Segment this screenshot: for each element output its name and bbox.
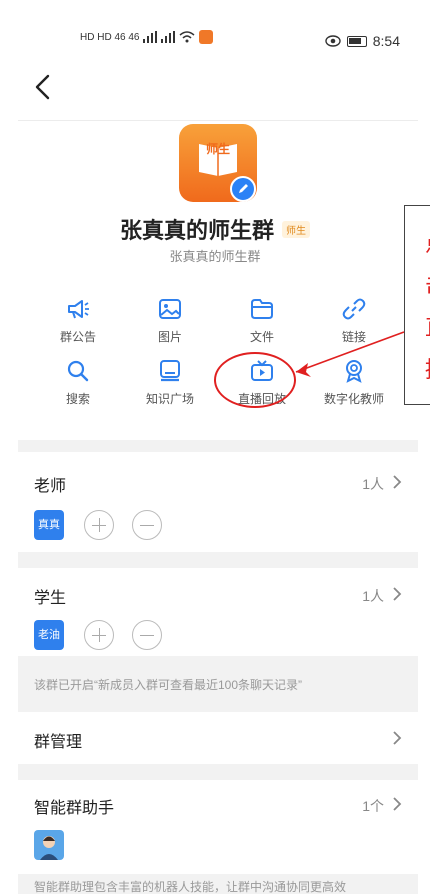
knowledge-icon [160,360,180,382]
chevron-right-icon [393,731,402,745]
back-button[interactable] [32,72,60,104]
feature-label: 群公告 [59,330,96,344]
clock: 8:54 [372,33,400,49]
feature-images[interactable]: 图片 [132,296,208,345]
status-bar: HD HD 46 46 8:54 [0,0,430,80]
chevron-right-icon [393,587,402,601]
feature-knowledge[interactable]: 知识广场 [132,358,208,407]
assistant-count: 1个 [362,798,384,814]
assistant-footer: 智能群助理包含丰富的机器人技能，让群中沟通协同更高效 [34,880,347,894]
group-name-text: 张真真的师生群 [119,218,274,243]
image-icon [159,299,181,319]
feature-search[interactable]: 搜索 [40,358,116,407]
divider [18,120,418,121]
group-type-tag: 师生 [282,220,310,238]
student-avatar[interactable]: 老油 [34,620,64,650]
search-icon [67,360,89,382]
wifi-icon [179,31,195,43]
avatar-text: 师生 [205,142,230,156]
feature-label: 数字化教师 [323,392,384,406]
group-name: 张真真的师生群 师生 [0,213,430,245]
students-title: 学生 [34,590,67,607]
group-subtitle: 张真真的师生群 [169,249,261,264]
status-left: HD HD 46 46 [80,30,214,44]
robot-avatar-icon [40,836,58,860]
group-manage-row[interactable]: 群管理 [18,712,418,764]
teachers-title: 老师 [34,478,67,495]
add-student-button[interactable] [84,620,114,650]
callout-char: 点 [425,226,430,258]
teachers-count: 1人 [362,476,384,492]
group-manage-title: 群管理 [34,734,83,751]
feature-label: 知识广场 [145,392,194,406]
history-note: 该群已开启“新成员入群可查看最近100条聊天记录” [34,678,303,692]
eye-icon [325,35,341,47]
link-icon [342,298,366,320]
teacher-avatar[interactable]: 真真 [34,510,64,540]
separator-band [18,764,418,780]
annotation-callout: 点 击 直 播 [404,205,430,405]
students-count: 1人 [362,588,384,604]
callout-char: 播 [425,352,430,384]
megaphone-icon [68,300,89,319]
remove-student-button[interactable] [132,620,162,650]
feature-label: 图片 [157,330,182,344]
signal-icon-2 [161,31,176,43]
chevron-right-icon [393,475,402,489]
feature-links[interactable]: 链接 [316,296,392,345]
chevron-right-icon [393,797,402,811]
teachers-section[interactable]: 老师 1人 真真 [18,452,418,552]
badge-icon [346,360,362,383]
edit-avatar-button[interactable] [230,176,256,202]
feature-label: 搜索 [65,392,90,406]
pencil-icon [239,184,248,193]
callout-char: 击 [425,268,430,300]
remove-teacher-button[interactable] [132,510,162,540]
assistant-avatar[interactable] [34,830,64,860]
highlight-circle [214,352,296,408]
feature-files[interactable]: 文件 [224,296,300,345]
separator-band [18,440,418,452]
add-teacher-button[interactable] [84,510,114,540]
network-label: HD HD 46 46 [80,31,140,43]
feature-announcement[interactable]: 群公告 [40,296,116,345]
feature-digital-teacher[interactable]: 数字化教师 [316,358,392,407]
feature-label: 文件 [249,330,274,344]
chevron-left-icon [35,74,50,100]
assistant-title: 智能群助手 [34,800,115,817]
separator-band [18,552,418,568]
status-right: 8:54 [325,33,400,49]
feature-label: 链接 [341,330,366,344]
signal-icon [143,31,158,43]
battery-icon [346,35,367,47]
assistant-section[interactable]: 智能群助手 1个 [18,780,418,874]
folder-icon [251,299,273,319]
callout-char: 直 [425,310,430,342]
students-section[interactable]: 学生 1人 老油 [18,568,418,656]
app-notification-icon [199,30,214,44]
